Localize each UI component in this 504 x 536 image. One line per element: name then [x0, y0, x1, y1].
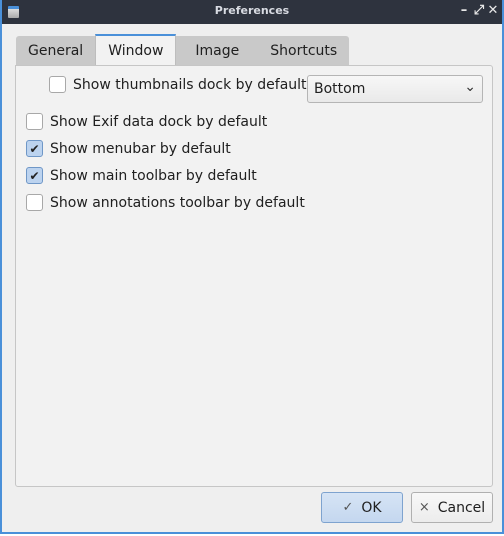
tab-shortcuts[interactable]: Shortcuts	[258, 36, 350, 66]
tab-image[interactable]: Image	[176, 36, 259, 66]
title-bar: Preferences – ⤢ ✕	[2, 0, 502, 24]
checkbox-label: Show main toolbar by default	[50, 167, 257, 184]
checkbox-label: Show menubar by default	[50, 140, 231, 157]
close-icon: ×	[418, 500, 430, 515]
checkbox-box	[26, 113, 43, 130]
ok-button[interactable]: ✓ OK	[321, 492, 403, 523]
tab-bar: General Window Image Shortcuts	[16, 34, 350, 68]
maximize-button[interactable]: ⤢	[472, 3, 486, 19]
minimize-button[interactable]: –	[457, 3, 471, 19]
check-icon: ✓	[342, 500, 354, 515]
menubar-checkbox[interactable]: ✔ Show menubar by default	[26, 140, 231, 157]
checkbox-label: Show Exif data dock by default	[50, 113, 268, 130]
select-value: Bottom	[314, 81, 366, 97]
cancel-button[interactable]: × Cancel	[411, 492, 493, 523]
checkbox-label: Show thumbnails dock by default	[73, 76, 307, 93]
checkbox-label: Show annotations toolbar by default	[50, 194, 305, 211]
exif-dock-checkbox[interactable]: Show Exif data dock by default	[26, 113, 267, 130]
main-toolbar-checkbox[interactable]: ✔ Show main toolbar by default	[26, 167, 257, 184]
cancel-label: Cancel	[437, 499, 486, 516]
close-button[interactable]: ✕	[486, 3, 500, 19]
window-title: Preferences	[214, 4, 290, 17]
checkmark-icon: ✔	[26, 167, 43, 184]
tab-general[interactable]: General	[16, 36, 96, 66]
checkbox-box	[49, 76, 66, 93]
annotations-toolbar-checkbox[interactable]: Show annotations toolbar by default	[26, 194, 305, 211]
ok-label: OK	[361, 499, 382, 516]
window-tab-panel: Show thumbnails dock by default Bottom ⌄…	[15, 65, 493, 487]
checkmark-icon: ✔	[26, 140, 43, 157]
tab-window[interactable]: Window	[95, 34, 177, 68]
thumbnails-position-select[interactable]: Bottom ⌄	[307, 75, 483, 103]
chevron-down-icon: ⌄	[464, 79, 476, 95]
checkbox-box	[26, 194, 43, 211]
thumbnails-dock-checkbox[interactable]: Show thumbnails dock by default	[49, 76, 307, 93]
preferences-dialog: Preferences – ⤢ ✕ General Window Image S…	[0, 0, 504, 534]
